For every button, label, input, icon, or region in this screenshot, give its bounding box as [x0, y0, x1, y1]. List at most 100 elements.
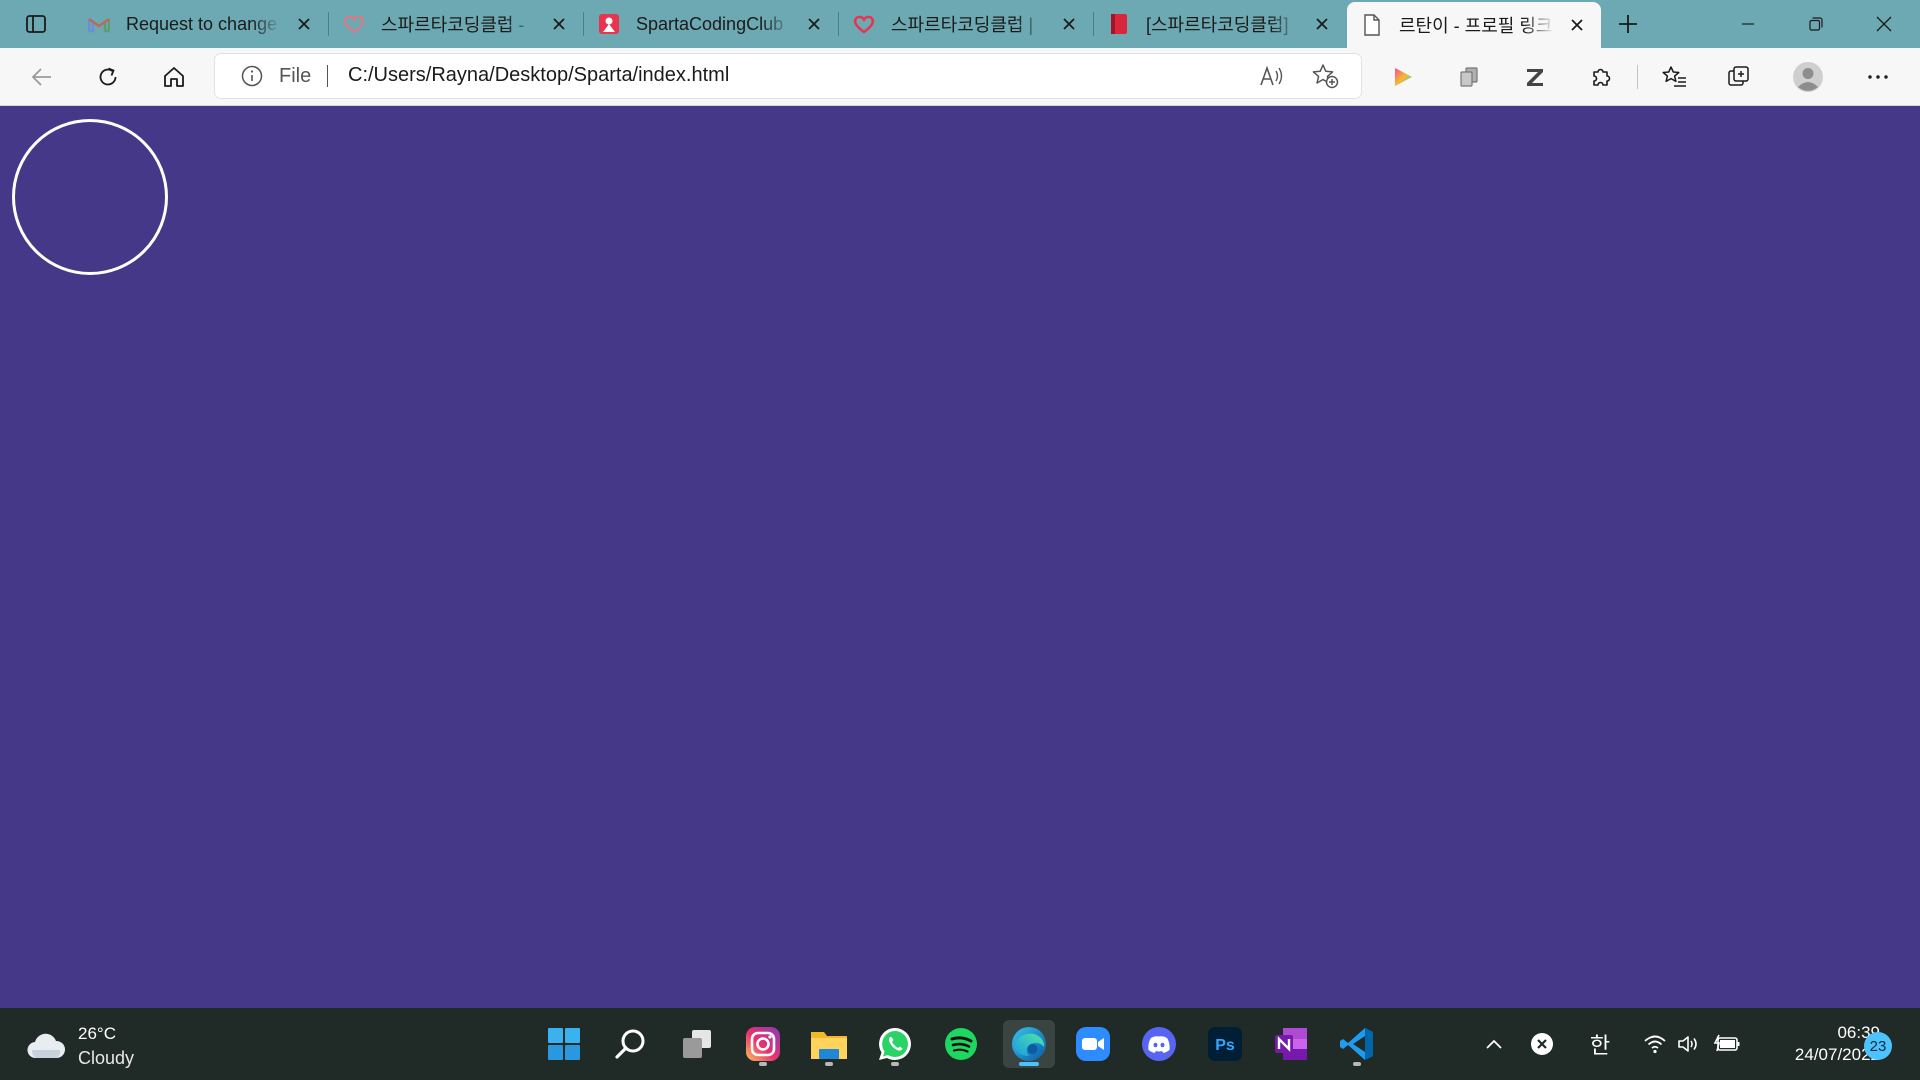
- z-letter-icon: [1527, 69, 1543, 86]
- taskbar-spotify[interactable]: [937, 1020, 985, 1068]
- running-indicator: [891, 1062, 899, 1066]
- taskbar-zoom[interactable]: [1069, 1020, 1117, 1068]
- running-indicator: [1353, 1062, 1361, 1066]
- minimize-button[interactable]: [1714, 0, 1782, 48]
- zoom-icon: [1076, 1027, 1110, 1061]
- running-indicator: [759, 1062, 767, 1066]
- copy-pages-icon: [1460, 67, 1478, 87]
- home-icon: [164, 67, 184, 87]
- heart-chat-icon: [343, 13, 365, 35]
- star-add-icon: [1312, 64, 1339, 89]
- weather-widget[interactable]: 26°C Cloudy: [26, 1022, 134, 1070]
- favorites-list-icon: [1662, 66, 1686, 87]
- page-content: [0, 106, 1920, 1008]
- blank-page-icon: [1361, 14, 1383, 36]
- scheme-label: File: [279, 65, 312, 87]
- collections-button[interactable]: [1720, 58, 1760, 96]
- speaker-icon: [1678, 1036, 1697, 1052]
- add-favorite-button[interactable]: [1308, 59, 1342, 93]
- restore-button[interactable]: [1782, 0, 1850, 48]
- profile-image-circle: [12, 119, 168, 275]
- taskbar-vscode[interactable]: [1333, 1020, 1381, 1068]
- back-button[interactable]: [22, 58, 62, 96]
- media-extension-button[interactable]: [1383, 58, 1423, 96]
- ime-indicator[interactable]: 한: [1583, 1028, 1617, 1060]
- browser-toolbar: File C:/Users/Rayna/Desktop/Sparta/index…: [0, 48, 1920, 106]
- notification-badge[interactable]: 23: [1864, 1032, 1892, 1060]
- tab-gmail[interactable]: Request to change t: [74, 6, 328, 42]
- tab-spartacodingclub[interactable]: SpartaCodingClub: [584, 6, 838, 42]
- volume-status[interactable]: [1676, 1028, 1702, 1060]
- tab-actions-menu-button[interactable]: [14, 9, 58, 39]
- gmail-icon: [88, 13, 110, 35]
- battery-status[interactable]: [1712, 1028, 1742, 1060]
- edge-icon: [1012, 1027, 1046, 1061]
- taskbar-edge[interactable]: [1003, 1020, 1055, 1068]
- tab-close-icon[interactable]: [1057, 12, 1081, 36]
- taskbar-instagram[interactable]: [739, 1020, 787, 1068]
- tab-sparta-2[interactable]: 스파르타코딩클럽 |: [839, 6, 1093, 42]
- taskbar-discord[interactable]: [1135, 1020, 1183, 1068]
- tray-app-button[interactable]: [1527, 1028, 1557, 1060]
- tab-close-icon[interactable]: [802, 12, 826, 36]
- ime-label: 한: [1589, 1033, 1611, 1058]
- windows-start-icon: [548, 1028, 580, 1060]
- wifi-status[interactable]: [1642, 1028, 1668, 1060]
- favorites-button[interactable]: [1654, 58, 1694, 96]
- circle-x-icon: [1531, 1033, 1553, 1055]
- instagram-icon: [746, 1027, 780, 1061]
- collections-icon: [1728, 66, 1749, 86]
- tab-close-icon[interactable]: [1565, 13, 1589, 37]
- tab-profile-link-active[interactable]: 르탄이 - 프로필 링크: [1347, 2, 1601, 48]
- show-hidden-icons-button[interactable]: [1480, 1028, 1508, 1060]
- plus-icon: [1619, 15, 1637, 33]
- url-text[interactable]: C:/Users/Rayna/Desktop/Sparta/index.html: [348, 64, 729, 87]
- weather-temperature: 26°C: [78, 1024, 116, 1043]
- extensions-button[interactable]: [1581, 58, 1621, 96]
- taskbar-search-button[interactable]: [607, 1020, 655, 1068]
- clock-time: 06:39: [1837, 1023, 1880, 1042]
- svg-text:Ps: Ps: [1215, 1037, 1235, 1054]
- taskbar-photoshop[interactable]: Ps: [1201, 1020, 1249, 1068]
- clock-date: 24/07/2022: [1794, 1045, 1880, 1064]
- avatar: [1793, 62, 1823, 92]
- system-clock[interactable]: 06:39 24/07/2022: [1754, 1022, 1880, 1066]
- tab-title: 스파르타코딩클럽 |: [891, 15, 1034, 35]
- read-aloud-icon: [1260, 65, 1283, 86]
- read-aloud-button[interactable]: [1255, 59, 1289, 93]
- new-tab-button[interactable]: [1610, 9, 1646, 39]
- play-colorful-icon: [1395, 68, 1412, 86]
- home-button[interactable]: [154, 58, 194, 96]
- task-view-icon: [683, 1030, 711, 1058]
- sparta-icon: [598, 13, 620, 35]
- tab-sparta-1[interactable]: 스파르타코딩클럽 -: [329, 6, 583, 42]
- tab-sparta-3[interactable]: [스파르타코딩클럽]: [1094, 6, 1346, 42]
- zotero-extension-button[interactable]: [1515, 58, 1555, 96]
- active-indicator: [1019, 1062, 1039, 1066]
- tab-close-icon[interactable]: [1310, 12, 1334, 36]
- tab-title: 스파르타코딩클럽 -: [381, 15, 525, 35]
- address-bar[interactable]: File C:/Users/Rayna/Desktop/Sparta/index…: [215, 54, 1361, 98]
- info-icon[interactable]: [241, 65, 263, 87]
- refresh-icon: [99, 67, 117, 86]
- minimize-icon: [1742, 23, 1754, 25]
- cloud-icon: [27, 1033, 66, 1059]
- close-window-button[interactable]: [1850, 0, 1918, 48]
- tab-close-icon[interactable]: [292, 12, 316, 36]
- photoshop-icon: Ps: [1208, 1027, 1242, 1061]
- taskbar-onenote[interactable]: [1267, 1020, 1315, 1068]
- taskbar-whatsapp[interactable]: [871, 1020, 919, 1068]
- taskbar-start-button[interactable]: [540, 1020, 588, 1068]
- wifi-icon: [1644, 1035, 1666, 1054]
- running-indicator: [825, 1062, 833, 1066]
- refresh-button[interactable]: [88, 58, 128, 96]
- taskbar-task-view-button[interactable]: [673, 1020, 721, 1068]
- battery-charging-icon: [1713, 1034, 1740, 1052]
- onenote-icon: [1275, 1028, 1307, 1060]
- copy-extension-button[interactable]: [1449, 58, 1489, 96]
- close-icon: [1876, 16, 1892, 32]
- taskbar-file-explorer[interactable]: [805, 1020, 853, 1068]
- settings-more-button[interactable]: [1858, 58, 1898, 96]
- profile-button[interactable]: [1788, 58, 1828, 96]
- tab-close-icon[interactable]: [547, 12, 571, 36]
